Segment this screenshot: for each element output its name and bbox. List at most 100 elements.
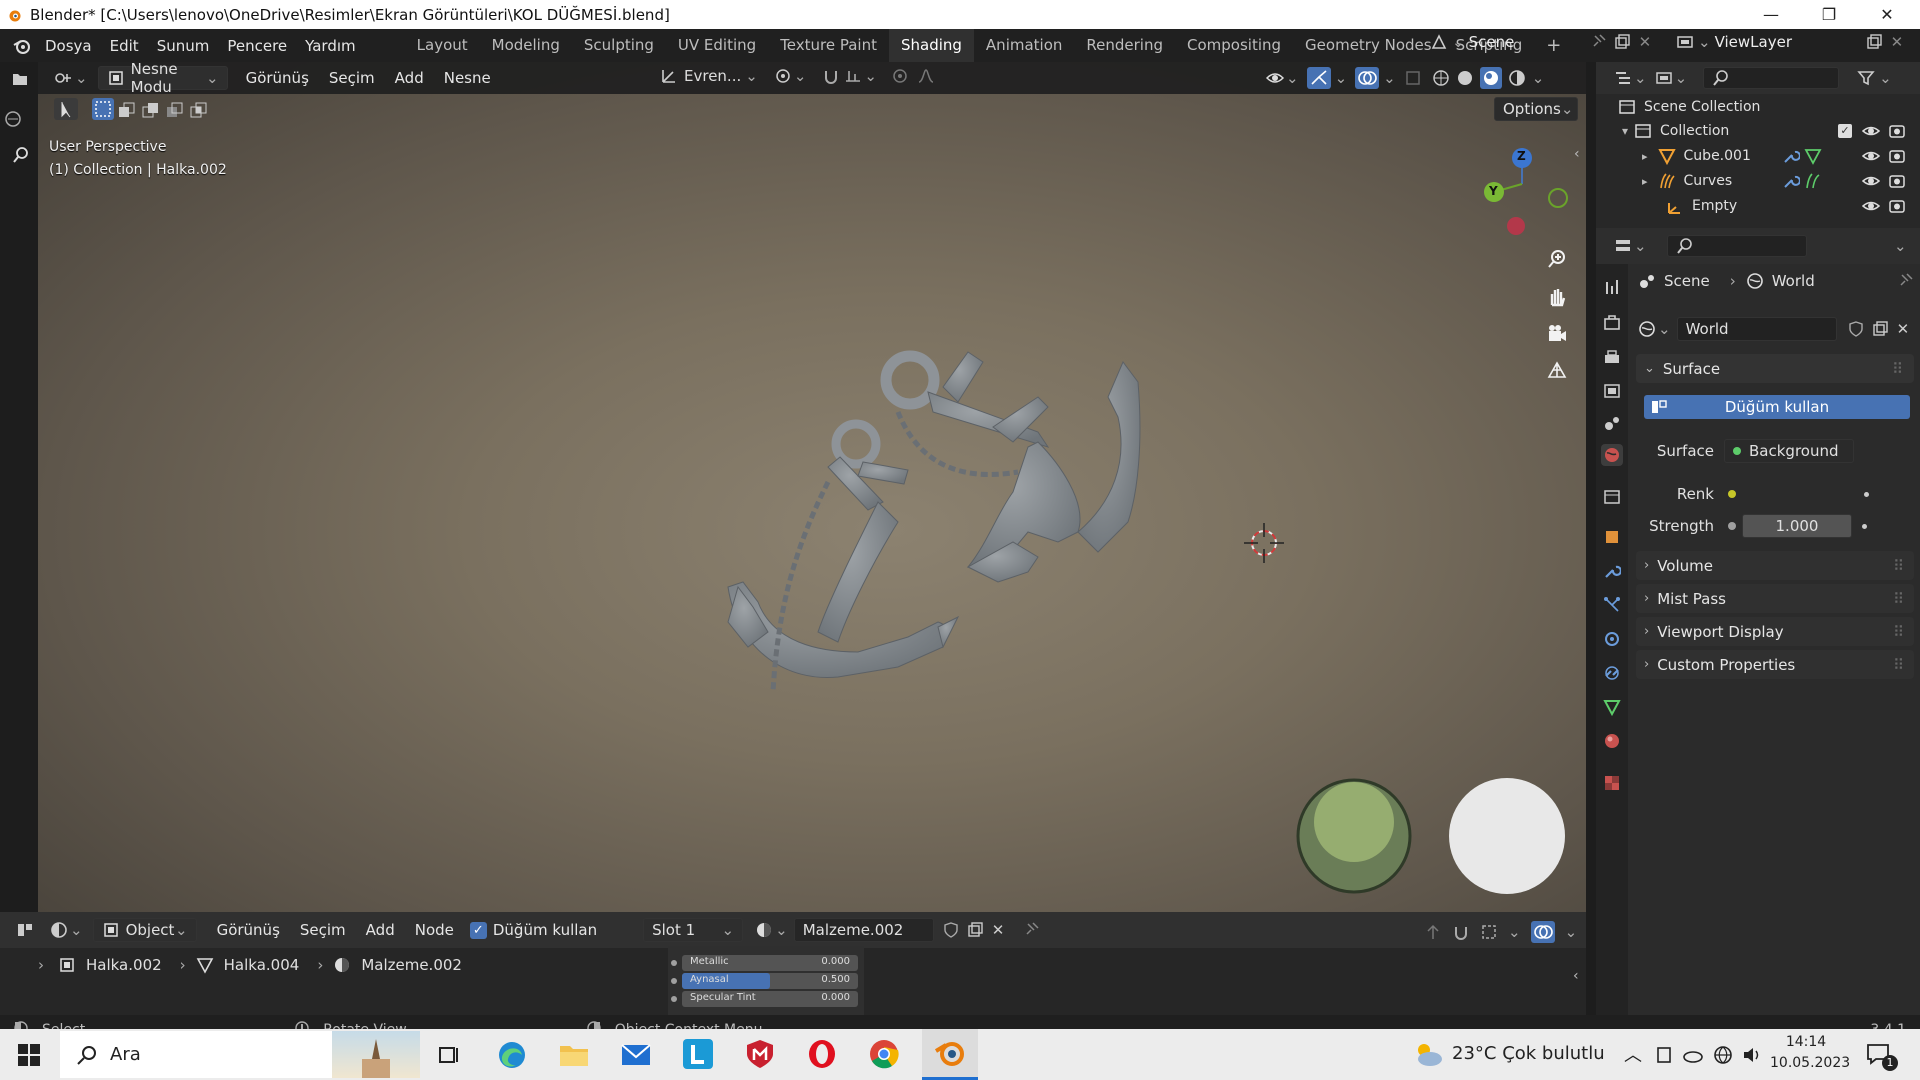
tab-sculpting[interactable]: Sculpting — [572, 29, 666, 62]
material-preview-shading-icon[interactable] — [1479, 67, 1502, 89]
node-menu-secim[interactable]: Seçim — [290, 921, 356, 939]
xray-icon[interactable] — [1404, 69, 1422, 87]
snap-target-icon[interactable] — [844, 67, 862, 85]
render-tab-icon[interactable] — [1603, 314, 1621, 332]
fake-user-shield-icon[interactable] — [1847, 320, 1865, 338]
options-dropdown[interactable]: Options ⌄ — [1494, 97, 1578, 121]
constraints-tab-icon[interactable] — [1603, 664, 1621, 682]
particles-tab-icon[interactable] — [1603, 596, 1621, 614]
bsdf-node-fragment[interactable]: Metallic 0.000 Aynasal 0.500 Specular Ti… — [668, 946, 864, 1015]
transform-orientation-icon[interactable] — [660, 67, 678, 85]
node-overlays-icon[interactable] — [1530, 921, 1555, 943]
slider-metallic[interactable]: Metallic 0.000 — [671, 955, 858, 971]
breadcrumb-mesh[interactable]: Halka.004 — [224, 956, 300, 974]
image-editor-icon[interactable] — [4, 110, 22, 128]
menu-add[interactable]: Add — [385, 69, 434, 87]
texture-tab-icon[interactable] — [1603, 774, 1621, 792]
eye-icon[interactable] — [1862, 197, 1880, 215]
camera-render-icon[interactable] — [1888, 172, 1906, 190]
curves-data-icon[interactable] — [1804, 172, 1822, 190]
camera-render-icon[interactable] — [1888, 147, 1906, 165]
new-viewlayer-icon[interactable] — [1865, 33, 1883, 51]
taskbar-search-box[interactable]: Ara — [60, 1031, 420, 1078]
modifier-wrench-icon[interactable] — [1782, 172, 1800, 190]
material-browse-icon[interactable] — [755, 921, 773, 939]
pan-hand-icon[interactable] — [1541, 280, 1573, 312]
weather-text[interactable]: 23°C Çok bulutlu — [1452, 1043, 1605, 1064]
gizmo-toggle-icon[interactable] — [1306, 67, 1331, 89]
node-editor-type-icon[interactable] — [16, 921, 34, 939]
menu-gorunus[interactable]: Görünüş — [236, 69, 319, 87]
outliner-type-icon[interactable] — [1614, 69, 1632, 87]
properties-options-icon[interactable]: ⌄ — [1894, 237, 1907, 255]
select-extend-icon[interactable] — [116, 100, 135, 118]
select-intersect-icon[interactable] — [188, 100, 207, 118]
keyframe-dot[interactable] — [1864, 491, 1869, 497]
ortho-grid-icon[interactable] — [1541, 354, 1573, 386]
outliner-item-empty[interactable]: Empty — [1666, 197, 1918, 215]
delete-viewlayer-icon[interactable]: ✕ — [1891, 33, 1904, 51]
file-explorer-icon[interactable] — [558, 1040, 590, 1070]
node-editor-sidebar-toggle[interactable]: ‹ — [1573, 968, 1579, 984]
sidebar-toggle-icon[interactable]: ‹ — [1574, 146, 1580, 162]
camera-render-icon[interactable] — [1888, 122, 1906, 140]
menu-pencere[interactable]: Pencere — [218, 37, 296, 55]
tab-compositing[interactable]: Compositing — [1175, 29, 1293, 62]
proportional-editing-icon[interactable] — [891, 67, 909, 85]
viewlayer-icon[interactable] — [1676, 33, 1694, 51]
slot-selector[interactable]: Slot 1 ⌄ — [643, 918, 744, 942]
task-view-icon[interactable] — [436, 1042, 462, 1068]
select-subtract-icon[interactable] — [140, 100, 158, 118]
scene-icon[interactable] — [1430, 33, 1448, 51]
slider-aynasal[interactable]: Aynasal 0.500 — [671, 973, 858, 989]
drag-handle-icon[interactable]: ⠿ — [1893, 623, 1904, 641]
viewport-display-panel-header[interactable]: › Viewport Display ⠿ — [1636, 617, 1914, 646]
select-tool-icon[interactable] — [54, 98, 78, 120]
menu-secim[interactable]: Seçim — [319, 69, 385, 87]
file-browser-icon[interactable] — [11, 70, 29, 88]
parent-node-tree-icon[interactable] — [1424, 923, 1442, 941]
l-app-icon[interactable] — [682, 1038, 714, 1070]
mode-selector[interactable]: Nesne Modu ⌄ — [97, 62, 228, 96]
drag-handle-icon[interactable]: ⠿ — [1892, 360, 1904, 378]
modifier-tab-icon[interactable] — [1603, 562, 1621, 580]
pin-icon[interactable] — [1896, 272, 1914, 290]
drag-handle-icon[interactable]: ⠿ — [1893, 656, 1904, 674]
tool-tab-icon[interactable] — [1603, 278, 1621, 296]
clock-time[interactable]: 14:14 — [1776, 1034, 1836, 1050]
fake-user-shield-icon[interactable] — [942, 921, 960, 939]
physics-tab-icon[interactable] — [1603, 630, 1621, 648]
menu-nesne[interactable]: Nesne — [434, 69, 501, 87]
color-socket-dot[interactable] — [1728, 490, 1736, 498]
surface-panel-header[interactable]: ⌄ Surface ⠿ — [1636, 354, 1914, 383]
object-tab-icon[interactable] — [1603, 528, 1621, 546]
clock-date[interactable]: 10.05.2023 — [1770, 1055, 1850, 1071]
anchor-objects[interactable] — [38, 62, 1586, 912]
mesh-data-icon[interactable] — [1804, 147, 1822, 165]
camera-view-icon[interactable] — [1541, 318, 1573, 350]
solid-shading-icon[interactable] — [1456, 69, 1474, 87]
menu-edit[interactable]: Edit — [101, 37, 148, 55]
filter-icon[interactable] — [1857, 69, 1875, 87]
falloff-icon[interactable] — [917, 67, 935, 85]
expand-icon[interactable]: ▸ — [1642, 150, 1648, 163]
select-box-mode-icon[interactable] — [92, 98, 114, 120]
tab-rendering[interactable]: Rendering — [1074, 29, 1175, 62]
breadcrumb-object[interactable]: Halka.002 — [86, 956, 162, 974]
mail-icon[interactable] — [620, 1040, 652, 1070]
duplicate-material-icon[interactable] — [966, 921, 984, 939]
material-tab-icon[interactable] — [1603, 732, 1621, 750]
eye-icon[interactable] — [1862, 172, 1880, 190]
tab-animation[interactable]: Animation — [974, 29, 1074, 62]
opera-browser-icon[interactable] — [806, 1038, 838, 1070]
pin-icon[interactable] — [1589, 33, 1607, 51]
windows-start-icon[interactable] — [18, 1044, 40, 1066]
node-menu-gorunus[interactable]: Görünüş — [207, 921, 290, 939]
output-tab-icon[interactable] — [1603, 348, 1621, 366]
tab-texture-paint[interactable]: Texture Paint — [768, 29, 889, 62]
slider-specular-tint[interactable]: Specular Tint 0.000 — [671, 991, 858, 1007]
menu-sunum[interactable]: Sunum — [148, 37, 219, 55]
maximize-button[interactable]: ❐ — [1800, 0, 1858, 29]
display-mode-icon[interactable] — [1655, 69, 1673, 87]
chrome-browser-icon[interactable] — [868, 1038, 900, 1070]
